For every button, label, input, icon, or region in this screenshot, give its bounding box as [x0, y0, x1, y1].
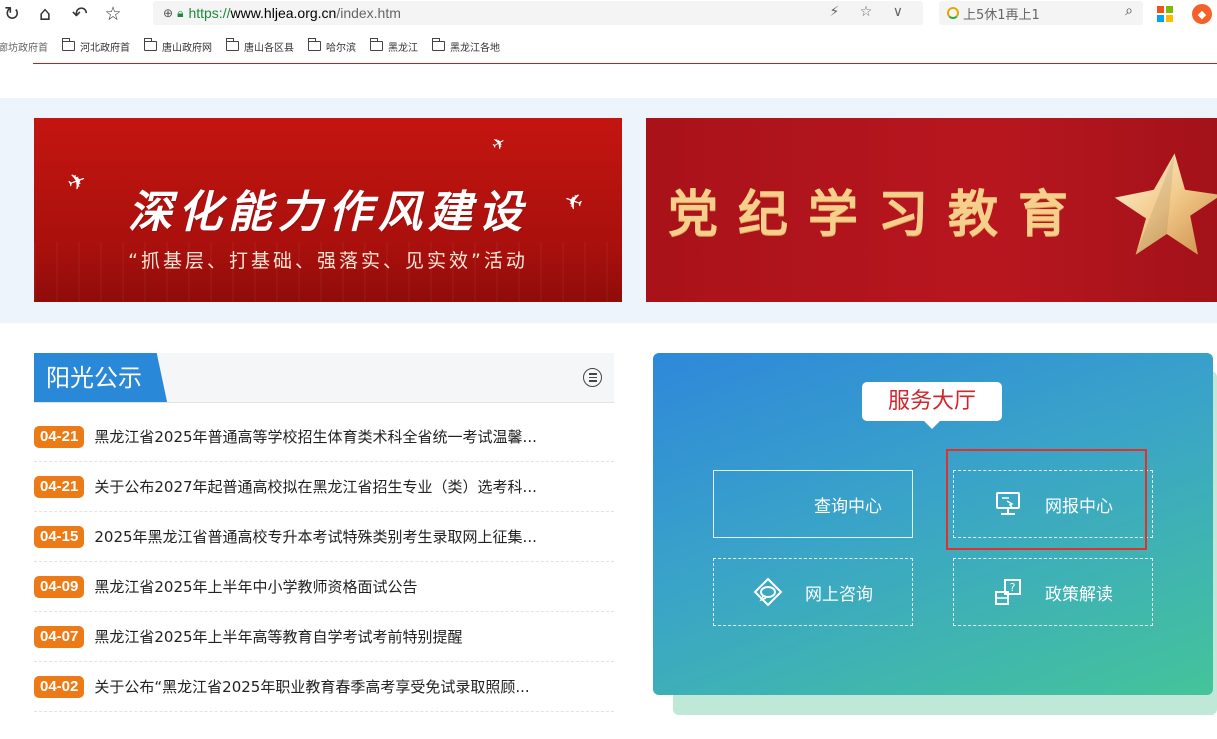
folder-icon	[432, 38, 445, 51]
list-item[interactable]: 04-21 关于公布2027年起普通高校拟在黑龙江省招生专业（类）选考科...	[34, 462, 614, 512]
search-input[interactable]: 上5休1再上1 ⌕	[939, 1, 1143, 25]
banner-subtitle: “抓基层、打基础、强落实、见实效”活动	[128, 250, 528, 272]
list-item[interactable]: 04-21 黑龙江省2025年普通高等学校招生体育类术科全省统一考试温馨...	[34, 412, 614, 462]
list-menu-icon[interactable]	[583, 368, 602, 387]
news-title-link[interactable]: 黑龙江省2025年普通高等学校招生体育类术科全省统一考试温馨...	[94, 426, 536, 447]
service-hall-title: 服务大厅	[862, 382, 1002, 429]
banner-area: ✈ ✈ ✈ 深化能力作风建设 “抓基层、打基础、强落实、见实效”活动 党纪学习教…	[0, 98, 1217, 323]
button-label: 网上咨询	[805, 584, 873, 605]
bookmark-item[interactable]: 廊坊政府首	[0, 39, 48, 54]
chat-bubble-icon	[753, 577, 783, 607]
home-icon[interactable]: ⌂	[33, 2, 57, 26]
star-icon[interactable]: ☆	[101, 2, 125, 26]
news-list: 04-21 黑龙江省2025年普通高等学校招生体育类术科全省统一考试温馨... …	[34, 412, 614, 712]
search-text: 上5休1再上1	[963, 7, 1040, 23]
banner-title: 深化能力作风建设	[128, 187, 528, 238]
query-center-button[interactable]: 查询中心	[713, 470, 913, 538]
news-title-link[interactable]: 关于公布2027年起普通高校拟在黑龙江省招生专业（类）选考科...	[94, 476, 536, 497]
bookmark-label: 廊坊政府首	[0, 42, 48, 54]
apps-grid-icon[interactable]	[1157, 6, 1173, 22]
url-path: /index.htm	[336, 5, 401, 21]
list-item[interactable]: 04-09 黑龙江省2025年上半年中小学教师资格面试公告	[34, 562, 614, 612]
folder-icon	[370, 38, 383, 51]
star-emblem-icon	[1114, 153, 1217, 255]
policy-interpretation-button[interactable]: ? 政策解读	[953, 558, 1153, 626]
browser-toolbar: ↻ ⌂ ↶ ☆ ⊕ 🔒︎ https:// www.hljea.org.cn /…	[0, 0, 1217, 28]
folder-icon	[62, 38, 75, 51]
list-item[interactable]: 04-15 2025年黑龙江省普通高校专升本考试特殊类别考生录取网上征集...	[34, 512, 614, 562]
date-badge: 04-21	[34, 425, 85, 448]
shield-icon: ⊕	[163, 6, 174, 20]
ability-style-banner[interactable]: ✈ ✈ ✈ 深化能力作风建设 “抓基层、打基础、强落实、见实效”活动	[34, 118, 622, 302]
button-label: 政策解读	[1045, 584, 1113, 605]
search-icon[interactable]: ⌕	[1125, 3, 1133, 19]
extension-icon[interactable]: ◆	[1192, 4, 1212, 24]
date-badge: 04-07	[34, 625, 85, 648]
bookmark-item[interactable]: 河北政府首	[62, 38, 130, 54]
question-board-icon: ?	[995, 579, 1021, 605]
undo-icon[interactable]: ↶	[68, 2, 92, 26]
bookmark-item[interactable]: 黑龙江	[370, 38, 418, 54]
reload-icon[interactable]: ↻	[0, 2, 24, 26]
url-scheme: https://	[188, 5, 231, 21]
bookmark-item[interactable]: 黑龙江各地	[432, 38, 500, 54]
news-title-link[interactable]: 黑龙江省2025年上半年高等教育自学考试考前特别提醒	[94, 626, 462, 647]
highlight-box	[946, 449, 1147, 550]
bookmark-label: 唐山政府网	[162, 42, 212, 54]
address-bar[interactable]: ⊕ 🔒︎ https:// www.hljea.org.cn /index.ht…	[153, 1, 923, 25]
header-underline	[34, 402, 614, 403]
address-actions[interactable]: ⚡ ☆ ∨	[829, 4, 911, 20]
news-title-link[interactable]: 2025年黑龙江省普通高校专升本考试特殊类别考生录取网上征集...	[94, 526, 536, 547]
section-title: 阳光公示	[46, 364, 142, 392]
banner-title: 党纪学习教育	[668, 184, 1088, 243]
list-item[interactable]: 04-02 关于公布“黑龙江省2025年职业教育春季高考享受免试录取照顾...	[34, 662, 614, 712]
bookmark-label: 黑龙江各地	[450, 42, 500, 54]
news-title-link[interactable]: 关于公布“黑龙江省2025年职业教育春季高考享受免试录取照顾...	[94, 676, 529, 697]
bookmark-item[interactable]: 唐山各区县	[226, 38, 294, 54]
sunshine-tab[interactable]: 阳光公示	[34, 353, 154, 403]
online-consult-button[interactable]: 网上咨询	[713, 558, 913, 626]
folder-icon	[226, 38, 239, 51]
search-engine-icon	[947, 7, 959, 19]
url-host: www.hljea.org.cn	[230, 5, 337, 21]
svg-text:?: ?	[1010, 581, 1016, 594]
bookmark-label: 河北政府首	[80, 42, 130, 54]
bookmark-item[interactable]: 哈尔滨	[308, 38, 356, 54]
button-label: 查询中心	[814, 496, 882, 517]
header-divider	[33, 63, 1217, 64]
list-item[interactable]: 04-07 黑龙江省2025年上半年高等教育自学考试考前特别提醒	[34, 612, 614, 662]
bookmarks-bar: 廊坊政府首 河北政府首 唐山政府网 唐山各区县 哈尔滨 黑龙江 黑龙江各地	[0, 34, 1217, 58]
news-title-link[interactable]: 黑龙江省2025年上半年中小学教师资格面试公告	[94, 576, 417, 597]
lock-icon: 🔒︎	[177, 5, 184, 20]
party-discipline-banner[interactable]: 党纪学习教育	[646, 118, 1217, 302]
date-badge: 04-09	[34, 575, 85, 598]
dove-icon: ✈	[488, 131, 510, 156]
date-badge: 04-02	[34, 675, 85, 698]
folder-icon	[308, 38, 321, 51]
bookmark-label: 哈尔滨	[326, 42, 356, 54]
sunshine-header: 阳光公示	[34, 353, 614, 403]
folder-icon	[144, 38, 157, 51]
bookmark-label: 黑龙江	[388, 42, 418, 54]
bookmark-label: 唐山各区县	[244, 42, 294, 54]
date-badge: 04-15	[34, 525, 85, 548]
bookmark-item[interactable]: 唐山政府网	[144, 38, 212, 54]
date-badge: 04-21	[34, 475, 85, 498]
